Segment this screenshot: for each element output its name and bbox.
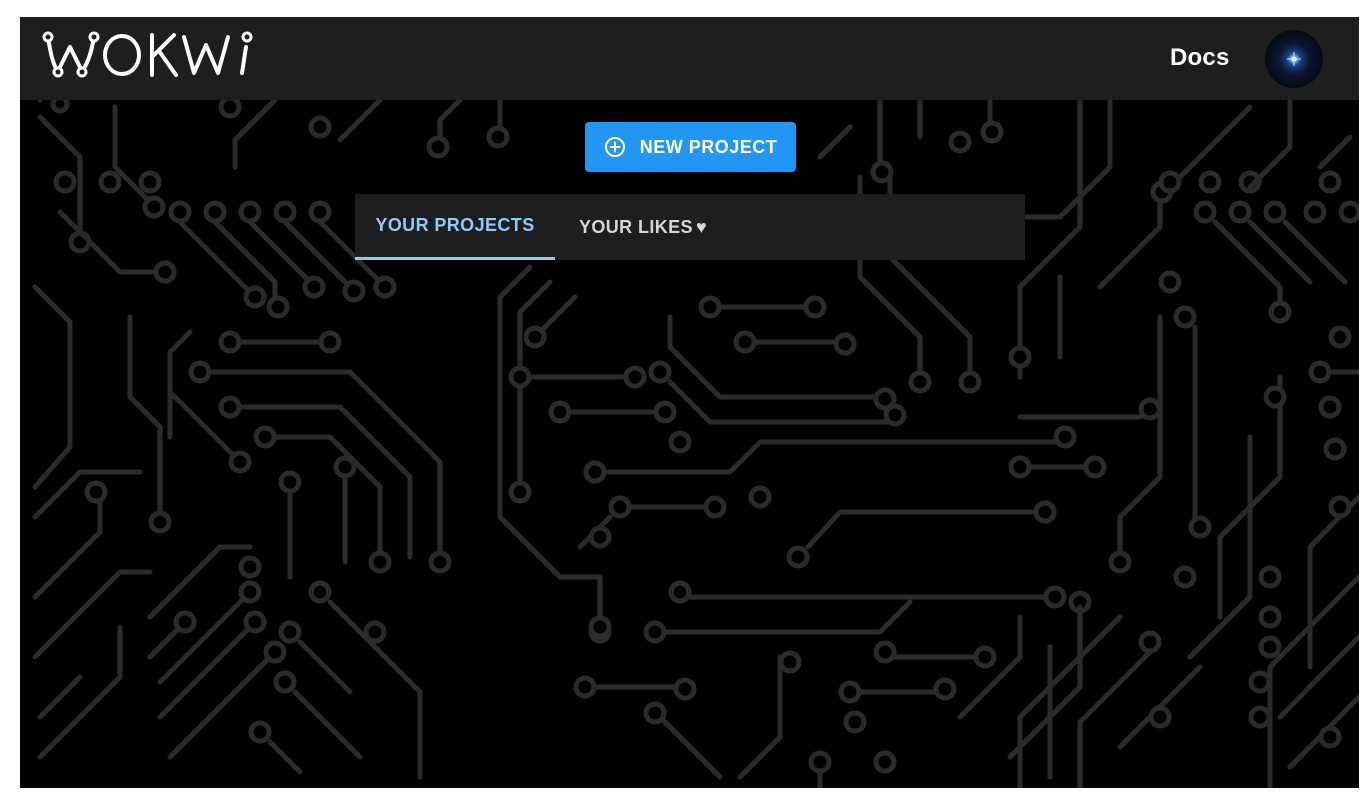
plus-circle-icon — [604, 137, 625, 157]
avatar-star-icon — [1287, 52, 1301, 66]
tab-your-projects-label: YOUR PROJECTS — [375, 215, 535, 235]
projects-tabs: YOUR PROJECTS YOUR LIKES ♥ — [355, 194, 1025, 260]
app-window: Docs NEW PROJECT YOUR PROJECTS YOUR LIKE… — [20, 17, 1359, 788]
new-project-button[interactable]: NEW PROJECT — [585, 122, 796, 172]
docs-link[interactable]: Docs — [1170, 44, 1230, 72]
tab-your-likes-label: YOUR LIKES — [578, 216, 693, 237]
tab-your-likes[interactable]: YOUR LIKES ♥ — [555, 194, 731, 260]
new-project-label: NEW PROJECT — [639, 136, 778, 157]
tab-your-projects[interactable]: YOUR PROJECTS — [355, 194, 555, 260]
wokwi-logo[interactable] — [42, 25, 282, 85]
top-bar: Docs — [20, 17, 1359, 100]
heart-icon: ♥ — [695, 216, 708, 237]
user-avatar[interactable] — [1265, 30, 1323, 88]
